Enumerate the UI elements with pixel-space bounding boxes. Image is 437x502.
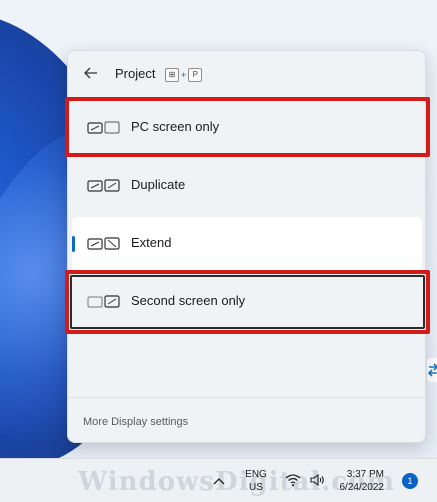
footer-divider bbox=[68, 397, 425, 398]
back-button[interactable] bbox=[78, 63, 104, 87]
windows-key-icon: ⊞ bbox=[165, 67, 179, 82]
flyout-title: Project bbox=[115, 66, 156, 81]
extend-icon bbox=[87, 237, 120, 250]
volume-icon[interactable] bbox=[308, 471, 326, 489]
clock-time: 3:37 PM bbox=[346, 469, 384, 480]
selected-indicator bbox=[72, 236, 75, 252]
focus-ring-second-screen-only bbox=[70, 275, 425, 329]
clock[interactable]: 3:37 PM 6/24/2022 bbox=[338, 468, 385, 502]
clock-date: 6/24/2022 bbox=[339, 482, 385, 493]
show-hidden-icons-button[interactable] bbox=[210, 471, 228, 489]
taskbar: WindowsDigital.com ENG US 3:37 PM 6/24/2… bbox=[0, 458, 437, 502]
more-display-settings-link[interactable]: More Display settings bbox=[83, 416, 188, 428]
option-duplicate[interactable]: Duplicate bbox=[72, 159, 422, 213]
wifi-icon[interactable] bbox=[284, 471, 302, 489]
language-region: US bbox=[249, 482, 263, 493]
desktop-app-icon[interactable] bbox=[427, 358, 437, 382]
language-code: ENG bbox=[245, 469, 267, 480]
duplicate-icon bbox=[87, 179, 120, 192]
back-arrow-icon bbox=[84, 66, 98, 83]
chevron-up-icon bbox=[213, 472, 225, 488]
option-extend[interactable]: Extend bbox=[72, 217, 422, 271]
shortcut-plus: + bbox=[181, 69, 187, 80]
option-label: Extend bbox=[131, 235, 172, 250]
notification-badge[interactable]: 1 bbox=[402, 473, 418, 489]
option-label: Duplicate bbox=[131, 177, 186, 192]
p-key: P bbox=[188, 67, 203, 82]
language-indicator[interactable]: ENG US bbox=[244, 468, 268, 502]
keyboard-shortcut-hint: ⊞ + P bbox=[165, 67, 203, 82]
flyout-header: Project ⊞ + P bbox=[68, 51, 425, 99]
highlight-pc-screen-only bbox=[65, 97, 430, 157]
